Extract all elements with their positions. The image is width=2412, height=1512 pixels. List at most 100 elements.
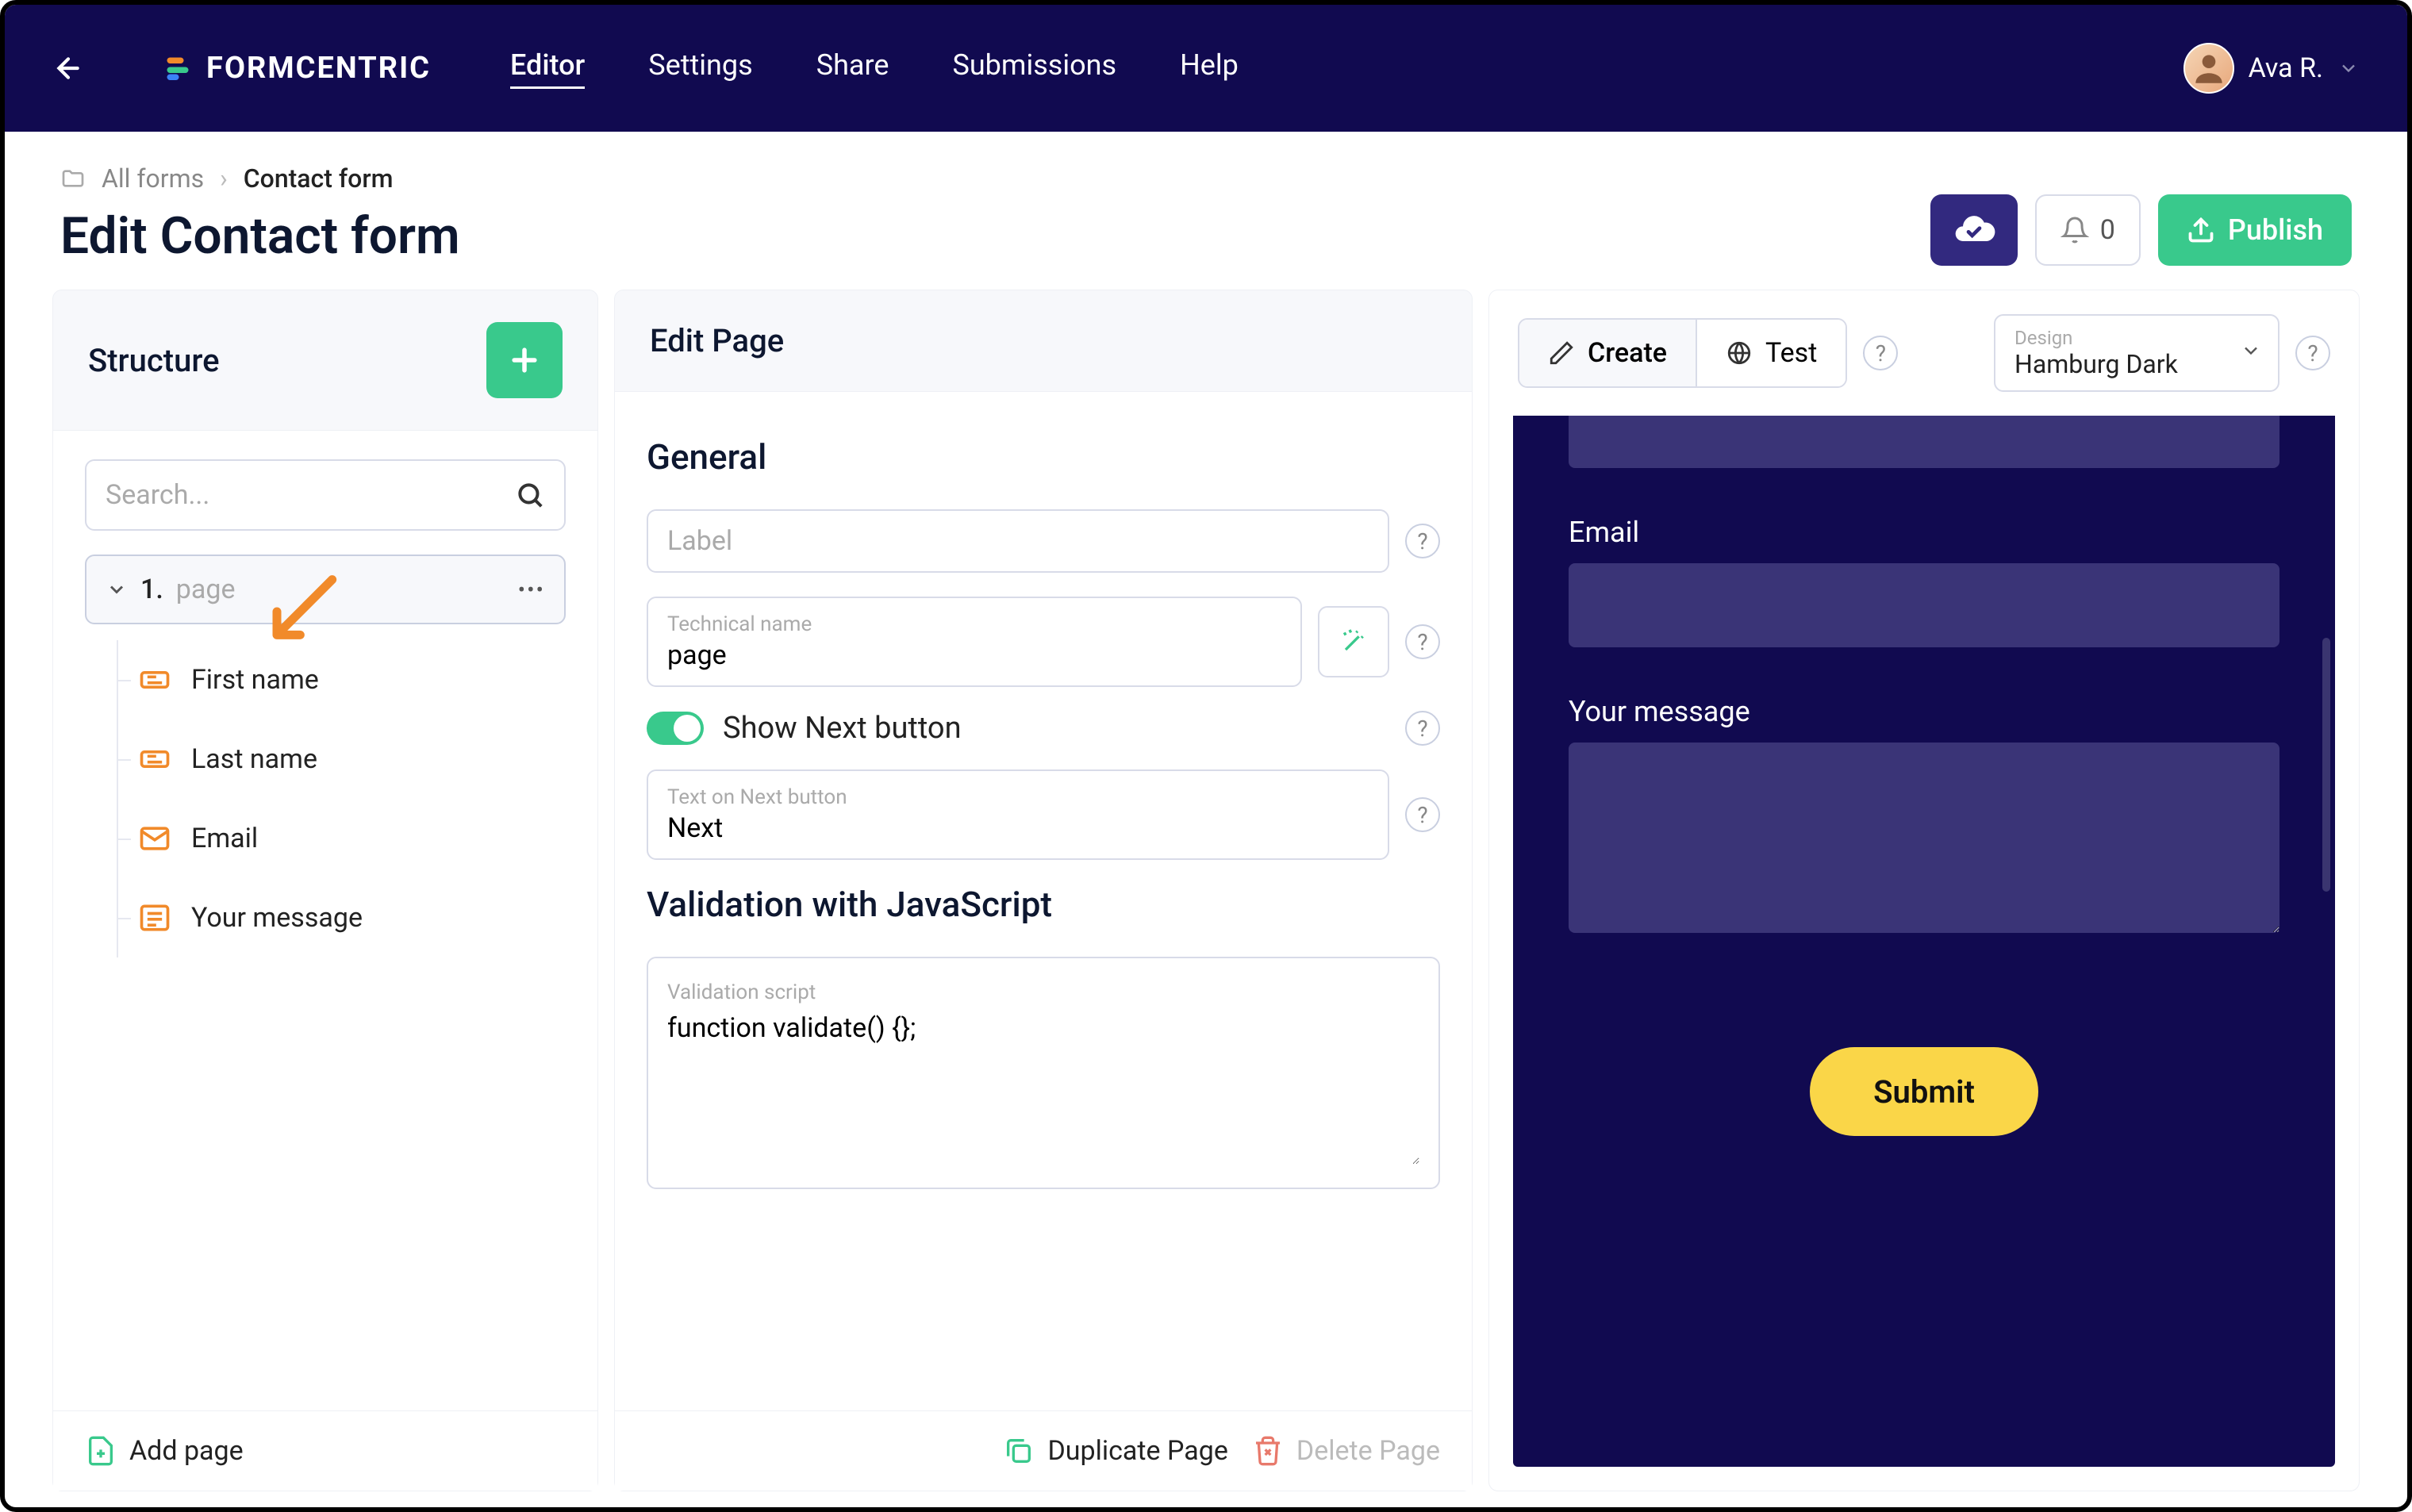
delete-page-button: Delete Page xyxy=(1252,1435,1440,1467)
field-label: First name xyxy=(191,664,319,696)
delete-icon xyxy=(1252,1435,1284,1467)
add-element-button[interactable] xyxy=(486,322,563,398)
brand-logo[interactable]: FORMCENTRIC xyxy=(163,51,431,86)
breadcrumb-separator: › xyxy=(220,163,228,194)
help-icon[interactable]: ? xyxy=(1405,797,1440,832)
text-field-icon xyxy=(134,659,175,700)
email-field-icon xyxy=(134,818,175,859)
search-input[interactable] xyxy=(85,459,566,531)
main-nav: Editor Settings Share Submissions Help xyxy=(510,48,1239,89)
nav-submissions[interactable]: Submissions xyxy=(952,48,1116,89)
delete-label: Delete Page xyxy=(1296,1435,1440,1467)
preview-lastname-input[interactable] xyxy=(1569,416,2279,468)
save-status-button[interactable] xyxy=(1930,194,2018,266)
breadcrumb-root[interactable]: All forms xyxy=(102,163,204,194)
label-input[interactable] xyxy=(667,525,1369,557)
script-input-wrapper: Validation script xyxy=(647,957,1440,1189)
add-page-icon xyxy=(85,1435,117,1467)
brand-name: FORMCENTRIC xyxy=(206,51,431,86)
bell-icon xyxy=(2061,216,2089,244)
edit-panel: Edit Page General ? Technical name xyxy=(614,290,1473,1491)
tree-field-lastname[interactable]: Last name xyxy=(134,720,566,799)
next-text-input-wrapper: Text on Next button xyxy=(647,769,1389,860)
section-general: General xyxy=(647,436,1440,478)
cloud-check-icon xyxy=(1952,208,1996,252)
generate-name-button[interactable] xyxy=(1318,606,1389,677)
preview-email-input[interactable] xyxy=(1569,563,2279,647)
design-label: Design xyxy=(2014,327,2259,349)
user-name: Ava R. xyxy=(2249,52,2323,84)
validation-script-input[interactable] xyxy=(667,1006,1419,1165)
scrollbar[interactable] xyxy=(2322,638,2330,892)
design-value: Hamburg Dark xyxy=(2014,349,2259,379)
mode-create[interactable]: Create xyxy=(1519,320,1696,386)
page-number: 1. xyxy=(140,574,163,605)
techname-input-wrapper: Technical name xyxy=(647,597,1302,687)
user-menu[interactable]: Ava R. xyxy=(2183,43,2360,94)
pencil-icon xyxy=(1548,340,1575,366)
page-options-button[interactable]: ••• xyxy=(518,577,545,603)
help-icon[interactable]: ? xyxy=(1863,336,1898,370)
create-label: Create xyxy=(1588,337,1667,369)
help-icon[interactable]: ? xyxy=(1405,624,1440,659)
tree-page-node[interactable]: 1. page ••• xyxy=(85,555,566,624)
preview-canvas: Email Your message Submit xyxy=(1513,416,2335,1467)
next-text-input[interactable] xyxy=(667,812,1369,844)
folder-icon xyxy=(60,166,86,191)
section-validation: Validation with JavaScript xyxy=(647,884,1440,925)
text-field-icon xyxy=(134,739,175,780)
header-actions: 0 Publish xyxy=(1930,194,2352,266)
add-page-button[interactable]: Add page xyxy=(85,1435,244,1467)
tree-field-firstname[interactable]: First name xyxy=(134,640,566,720)
search-icon xyxy=(515,480,545,510)
script-label: Validation script xyxy=(667,980,816,1004)
duplicate-page-button[interactable]: Duplicate Page xyxy=(1003,1435,1227,1467)
plus-icon xyxy=(507,343,542,378)
next-text-label: Text on Next button xyxy=(667,785,1369,809)
preview-message-input[interactable] xyxy=(1569,743,2279,933)
techname-label: Technical name xyxy=(667,612,1281,636)
test-label: Test xyxy=(1765,337,1817,369)
page-name: page xyxy=(176,574,236,605)
duplicate-label: Duplicate Page xyxy=(1047,1435,1227,1467)
design-select[interactable]: Design Hamburg Dark xyxy=(1994,314,2279,392)
tree-field-email[interactable]: Email xyxy=(134,799,566,878)
chevron-down-icon xyxy=(2240,340,2262,362)
globe-icon xyxy=(1726,340,1753,366)
show-next-label: Show Next button xyxy=(723,711,962,746)
help-icon[interactable]: ? xyxy=(1405,711,1440,746)
notifications-button[interactable]: 0 xyxy=(2035,194,2141,266)
publish-button[interactable]: Publish xyxy=(2158,194,2352,266)
preview-panel: Create Test ? Design Hamburg Dark ? xyxy=(1488,290,2360,1491)
top-navigation: FORMCENTRIC Editor Settings Share Submis… xyxy=(5,5,2407,132)
logo-icon xyxy=(163,54,192,83)
help-icon[interactable]: ? xyxy=(2295,336,2330,370)
techname-input[interactable] xyxy=(667,639,1281,671)
field-label: Your message xyxy=(191,902,363,934)
breadcrumb-current: Contact form xyxy=(244,163,394,194)
notification-count: 0 xyxy=(2100,214,2115,246)
nav-editor[interactable]: Editor xyxy=(510,48,585,89)
page-title: Edit Contact form xyxy=(60,206,460,266)
label-input-wrapper xyxy=(647,509,1389,573)
nav-share[interactable]: Share xyxy=(816,48,889,89)
tree-field-message[interactable]: Your message xyxy=(134,878,566,957)
back-button[interactable] xyxy=(52,52,84,84)
duplicate-icon xyxy=(1003,1435,1035,1467)
preview-submit-button[interactable]: Submit xyxy=(1810,1047,2038,1136)
field-label: Email xyxy=(191,823,258,854)
avatar xyxy=(2183,43,2234,94)
upload-icon xyxy=(2187,216,2215,244)
help-icon[interactable]: ? xyxy=(1405,524,1440,558)
magic-wand-icon xyxy=(1338,626,1369,658)
nav-help[interactable]: Help xyxy=(1180,48,1239,89)
breadcrumb: All forms › Contact form xyxy=(60,163,460,194)
nav-settings[interactable]: Settings xyxy=(648,48,752,89)
preview-message-label: Your message xyxy=(1569,695,2279,728)
mode-test[interactable]: Test xyxy=(1696,320,1845,386)
structure-panel: Structure 1. page ••• xyxy=(52,290,598,1491)
publish-label: Publish xyxy=(2228,213,2323,247)
edit-title: Edit Page xyxy=(650,322,784,359)
field-label: Last name xyxy=(191,743,317,775)
show-next-toggle[interactable] xyxy=(647,712,704,745)
